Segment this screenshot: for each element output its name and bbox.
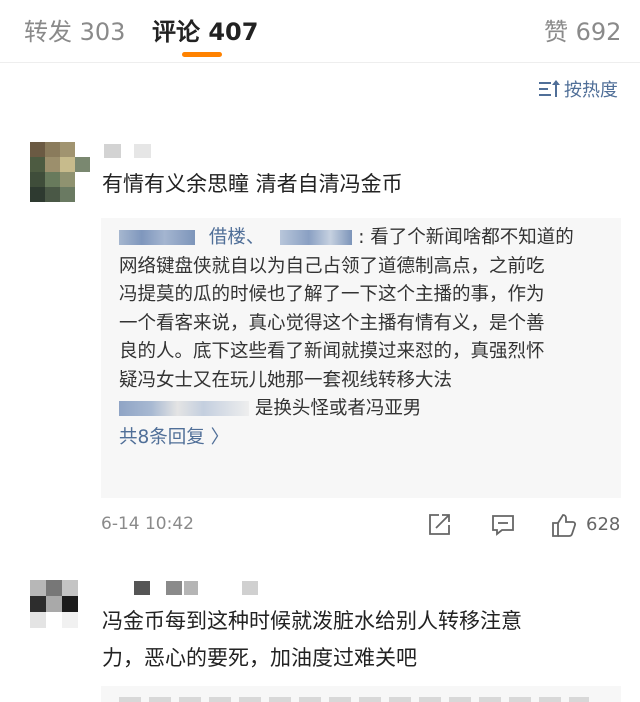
avatar[interactable] bbox=[30, 142, 90, 202]
tab-likes[interactable]: 赞 692 bbox=[544, 12, 621, 47]
share-button[interactable] bbox=[426, 512, 452, 538]
username-blurred[interactable] bbox=[104, 144, 154, 158]
reply-button[interactable] bbox=[490, 512, 516, 538]
active-tab-indicator bbox=[182, 52, 222, 57]
comment-timestamp: 6-14 10:42 bbox=[101, 514, 194, 534]
sort-label: 按热度 bbox=[564, 80, 618, 101]
reply-prefix: 借楼、 bbox=[208, 227, 265, 248]
reply-text: 网络键盘侠就自以为自己占领了道德制高点，之前吃 bbox=[119, 255, 545, 277]
like-count: 628 bbox=[586, 514, 621, 535]
comment-text: 冯金币每到这种时候就泼脏水给别人转移注意 bbox=[102, 609, 522, 633]
reply-username-blurred[interactable] bbox=[119, 230, 195, 245]
reply-text: : 看了个新闻啥都不知道的 bbox=[358, 227, 574, 248]
tab-comments[interactable]: 评论 407 bbox=[152, 12, 258, 47]
tab-bar: 转发 303 评论 407 赞 692 bbox=[0, 0, 640, 62]
reply-username-blurred[interactable] bbox=[119, 401, 249, 416]
reply-text: 疑冯女士又在玩儿她那一套视线转移大法 bbox=[119, 369, 453, 391]
comment-text: 力，恶心的要死，加油度过难关吧 bbox=[102, 646, 417, 670]
comment-text: 有情有义余思瞳 清者自清冯金币 bbox=[102, 172, 403, 196]
avatar[interactable] bbox=[30, 580, 78, 628]
tab-repost[interactable]: 转发 303 bbox=[24, 12, 125, 47]
reply-username-blurred[interactable] bbox=[280, 230, 353, 245]
reply-text: 是换头怪或者冯亚男 bbox=[254, 398, 422, 419]
reply-box[interactable]: 借楼、 : 看了个新闻啥都不知道的 网络键盘侠就自以为自己占领了道德制高点，之前… bbox=[101, 218, 621, 498]
like-icon bbox=[552, 514, 577, 537]
reply-text: 冯提莫的瓜的时候也了解了一下这个主播的事，作为 bbox=[119, 284, 545, 305]
view-all-replies-link[interactable]: 共8条回复 〉 bbox=[119, 424, 574, 453]
reply-text: 一个看客来说，真心觉得这个主播有情有义，是个善 bbox=[119, 312, 545, 334]
comment-icon bbox=[492, 515, 514, 536]
share-icon bbox=[429, 514, 450, 535]
reply-text: 良的人。底下这些看了新闻就摸过来怼的，真强烈怀 bbox=[119, 341, 545, 362]
reply-box[interactable] bbox=[101, 686, 621, 702]
username-blurred[interactable] bbox=[134, 581, 274, 595]
sort-by-hot-button[interactable]: 按热度 bbox=[539, 76, 618, 102]
like-button[interactable] bbox=[550, 512, 578, 538]
divider bbox=[0, 62, 640, 63]
sort-icon bbox=[539, 80, 560, 98]
